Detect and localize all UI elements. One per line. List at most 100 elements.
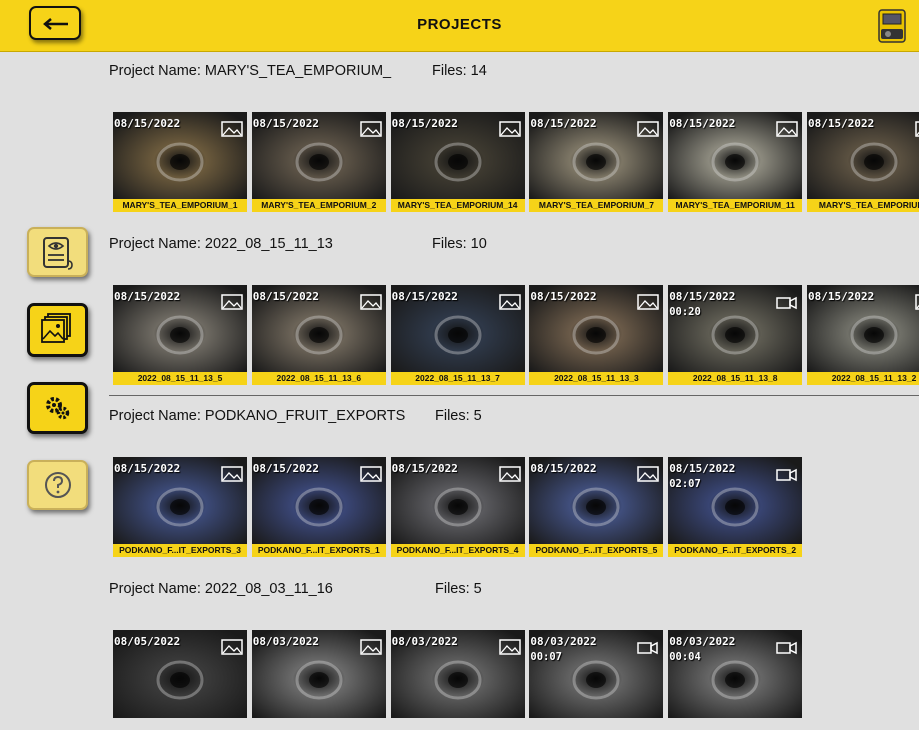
thumbnail-date: 08/15/2022 <box>808 290 875 303</box>
report-eye-icon <box>43 237 73 270</box>
gallery-button[interactable] <box>27 303 88 357</box>
video-duration: 00:04 <box>669 651 701 663</box>
thumbnail-label: 2022_08_15_11_13_2 <box>807 372 919 385</box>
photo-thumbnail[interactable]: 08/03/2022 <box>251 630 386 730</box>
thumbnail-date: 08/15/2022 <box>669 290 736 303</box>
photo-thumbnail[interactable]: 08/15/2022 2022_08_15_11_13_7 <box>390 285 525 385</box>
video-icon <box>776 641 797 655</box>
photo-icon <box>498 639 521 655</box>
photo-icon <box>637 466 660 482</box>
project-file-count: Files: 10 <box>432 236 487 252</box>
thumbnail-label: MARY'S_TEA_EMPORIUM_1 <box>113 199 247 212</box>
report-button[interactable] <box>27 227 88 277</box>
thumbnail-label: 2022_08_15_11_13_6 <box>251 372 386 385</box>
thumbnail-date: 08/15/2022 <box>530 462 597 475</box>
photo-icon <box>498 121 521 137</box>
thumbnail-date: 08/15/2022 <box>114 117 181 130</box>
video-icon <box>776 468 797 482</box>
thumbnail-label: 2022_08_15_11_13_3 <box>529 372 664 385</box>
thumbnail-date: 08/03/2022 <box>252 635 320 648</box>
project-file-count: Files: 5 <box>435 581 482 597</box>
photo-icon <box>360 294 382 310</box>
thumbnail-date: 08/15/2022 <box>252 462 320 475</box>
video-duration: 02:07 <box>669 478 701 490</box>
video-icon <box>776 296 797 310</box>
photo-thumbnail[interactable]: 08/15/2022 PODKANO_F...IT_EXPORTS_4 <box>390 457 525 557</box>
photo-icon <box>221 121 243 137</box>
thumbnail-label: PODKANO_F...IT_EXPORTS_1 <box>251 544 386 557</box>
photo-thumbnail[interactable]: 08/15/2022 PODKANO_F...IT_EXPORTS_3 <box>113 457 247 557</box>
photo-thumbnail[interactable]: 08/03/2022 <box>390 630 525 730</box>
project-file-count: Files: 14 <box>432 63 487 79</box>
gears-icon <box>46 397 70 420</box>
thumbnail-label: MARY'S_TEA_EMPORIUM_11 <box>668 199 803 212</box>
photo-icon <box>360 466 382 482</box>
photo-thumbnail[interactable]: 08/15/2022 MARY'S_TEA_EMPORIUM_ <box>807 112 919 212</box>
thumbnail-date: 08/15/2022 <box>669 117 736 130</box>
thumbnail-date: 08/03/2022 <box>530 635 597 648</box>
photo-thumbnail[interactable]: 08/15/2022 PODKANO_F...IT_EXPORTS_1 <box>251 457 386 557</box>
divider <box>109 395 919 396</box>
video-duration: 00:20 <box>669 306 701 318</box>
photo-icon <box>915 294 919 310</box>
thumbnail-label: MARY'S_TEA_EMPORIUM_14 <box>390 199 525 212</box>
photo-thumbnail[interactable]: 08/15/2022 MARY'S_TEA_EMPORIUM_7 <box>529 112 664 212</box>
photo-thumbnail[interactable]: 08/15/2022 2022_08_15_11_13_6 <box>251 285 386 385</box>
camera-device-icon[interactable] <box>878 9 908 43</box>
video-thumbnail[interactable]: 08/15/2022 00:20 2022_08_15_11_13_8 <box>668 285 803 385</box>
top-bar: PROJECTS <box>0 0 919 52</box>
thumbnail-date: 08/15/2022 <box>391 117 458 130</box>
gallery-icon <box>41 313 71 343</box>
settings-button[interactable] <box>27 382 88 434</box>
thumbnail-date: 08/03/2022 <box>391 635 458 648</box>
thumbnail-label: 2022_08_15_11_13_5 <box>113 372 247 385</box>
photo-icon <box>915 121 919 137</box>
photo-icon <box>221 294 243 310</box>
thumbnail-label: MARY'S_TEA_EMPORIUM_ <box>807 199 919 212</box>
photo-thumbnail[interactable]: 08/15/2022 2022_08_15_11_13_2 <box>807 285 919 385</box>
photo-icon <box>637 121 660 137</box>
thumbnail-date: 08/15/2022 <box>808 117 875 130</box>
thumbnail-label: 2022_08_15_11_13_8 <box>668 372 803 385</box>
video-thumbnail[interactable]: 08/03/2022 00:04 <box>668 630 803 730</box>
thumbnail-date: 08/15/2022 <box>391 462 458 475</box>
video-thumbnail[interactable]: 08/03/2022 00:07 <box>529 630 664 730</box>
photo-thumbnail[interactable]: 08/05/2022 <box>113 630 247 730</box>
photo-icon <box>498 294 521 310</box>
thumbnail-date: 08/05/2022 <box>114 635 181 648</box>
photo-thumbnail[interactable]: 08/15/2022 MARY'S_TEA_EMPORIUM_11 <box>668 112 803 212</box>
project-file-count: Files: 5 <box>435 408 482 424</box>
question-icon <box>45 472 71 498</box>
project-name: Project Name: 2022_08_03_11_16 <box>109 581 333 597</box>
thumbnail-label: MARY'S_TEA_EMPORIUM_2 <box>251 199 386 212</box>
photo-thumbnail[interactable]: 08/15/2022 PODKANO_F...IT_EXPORTS_5 <box>529 457 664 557</box>
thumbnail-label: PODKANO_F...IT_EXPORTS_3 <box>113 544 247 557</box>
photo-thumbnail[interactable]: 08/15/2022 MARY'S_TEA_EMPORIUM_1 <box>113 112 247 212</box>
photo-thumbnail[interactable]: 08/15/2022 MARY'S_TEA_EMPORIUM_2 <box>251 112 386 212</box>
photo-thumbnail[interactable]: 08/15/2022 MARY'S_TEA_EMPORIUM_14 <box>390 112 525 212</box>
video-thumbnail[interactable]: 08/15/2022 02:07 PODKANO_F...IT_EXPORTS_2 <box>668 457 803 557</box>
photo-icon <box>221 639 243 655</box>
thumbnail-label: PODKANO_F...IT_EXPORTS_5 <box>529 544 664 557</box>
photo-icon <box>498 466 521 482</box>
help-button[interactable] <box>27 460 88 510</box>
thumbnail-date: 08/15/2022 <box>530 290 597 303</box>
thumbnail-date: 08/15/2022 <box>391 290 458 303</box>
thumbnail-date: 08/15/2022 <box>669 462 736 475</box>
page-title: PROJECTS <box>417 16 502 33</box>
photo-icon <box>776 121 798 137</box>
photo-thumbnail[interactable]: 08/15/2022 2022_08_15_11_13_3 <box>529 285 664 385</box>
photo-icon <box>221 466 243 482</box>
thumbnail-date: 08/15/2022 <box>114 290 181 303</box>
photo-icon <box>360 639 382 655</box>
photo-icon <box>360 121 382 137</box>
photo-thumbnail[interactable]: 08/15/2022 2022_08_15_11_13_5 <box>113 285 247 385</box>
thumbnail-date: 08/15/2022 <box>114 462 181 475</box>
thumbnail-label: 2022_08_15_11_13_7 <box>390 372 525 385</box>
thumbnail-date: 08/03/2022 <box>669 635 736 648</box>
thumbnail-date: 08/15/2022 <box>252 290 320 303</box>
video-icon <box>637 641 659 655</box>
photo-icon <box>637 294 660 310</box>
thumbnail-label: PODKANO_F...IT_EXPORTS_2 <box>668 544 803 557</box>
project-name: Project Name: MARY'S_TEA_EMPORIUM_ <box>109 63 392 79</box>
